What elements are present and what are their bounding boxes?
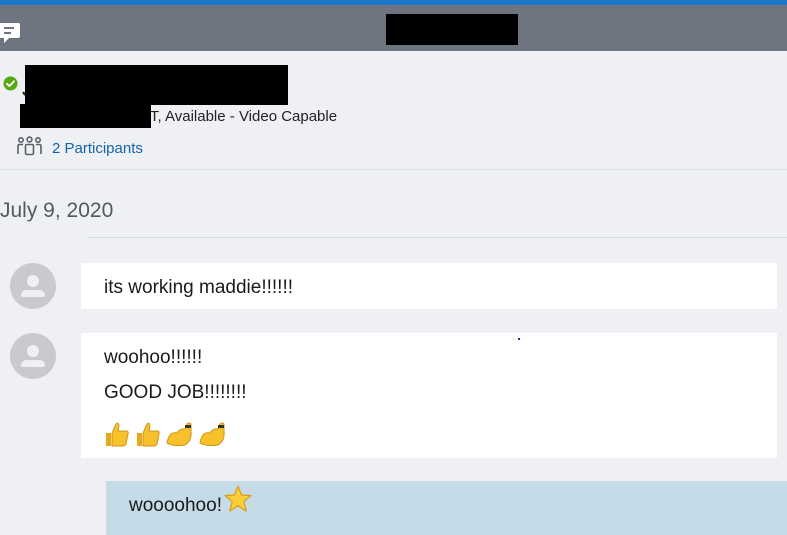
sender-avatar[interactable] — [10, 333, 56, 379]
message-text: its working maddie!!!!!! — [104, 277, 294, 298]
message-text: GOOD JOB!!!!!!!! — [104, 382, 247, 403]
cursor-dot — [518, 338, 520, 340]
thumbs-up-emoji-icon — [134, 421, 161, 452]
emoji-row — [103, 421, 227, 452]
date-separator: July 9, 2020 — [0, 199, 114, 222]
participants-icon — [17, 135, 42, 161]
message-bubble[interactable]: woohoo!!!!!! GOOD JOB!!!!!!!! — [81, 333, 777, 458]
thumbs-up-emoji-icon — [103, 421, 130, 452]
available-status-icon — [3, 76, 18, 91]
star-emoji-icon — [224, 485, 252, 518]
message-text: woooohoo! — [129, 494, 222, 516]
message-text: woohoo!!!!!! — [104, 347, 203, 368]
contact-status-text: T, Available - Video Capable — [150, 108, 338, 125]
flexed-biceps-emoji-icon — [198, 421, 227, 452]
participants-label[interactable]: 2 Participants — [52, 140, 143, 157]
conversation-titlebar — [0, 5, 787, 51]
message-bubble[interactable]: its working maddie!!!!!! — [81, 263, 777, 309]
date-divider — [88, 237, 787, 238]
redacted-title — [386, 14, 518, 45]
redacted-status-prefix — [20, 104, 151, 128]
sender-avatar[interactable] — [10, 263, 56, 309]
participants-link[interactable]: 2 Participants — [17, 135, 143, 161]
flexed-biceps-emoji-icon — [165, 421, 194, 452]
header-divider — [0, 169, 787, 170]
chat-menu-icon[interactable] — [0, 21, 22, 45]
outgoing-message-bubble[interactable]: woooohoo! — [106, 481, 787, 535]
redacted-contact-name — [25, 65, 288, 105]
